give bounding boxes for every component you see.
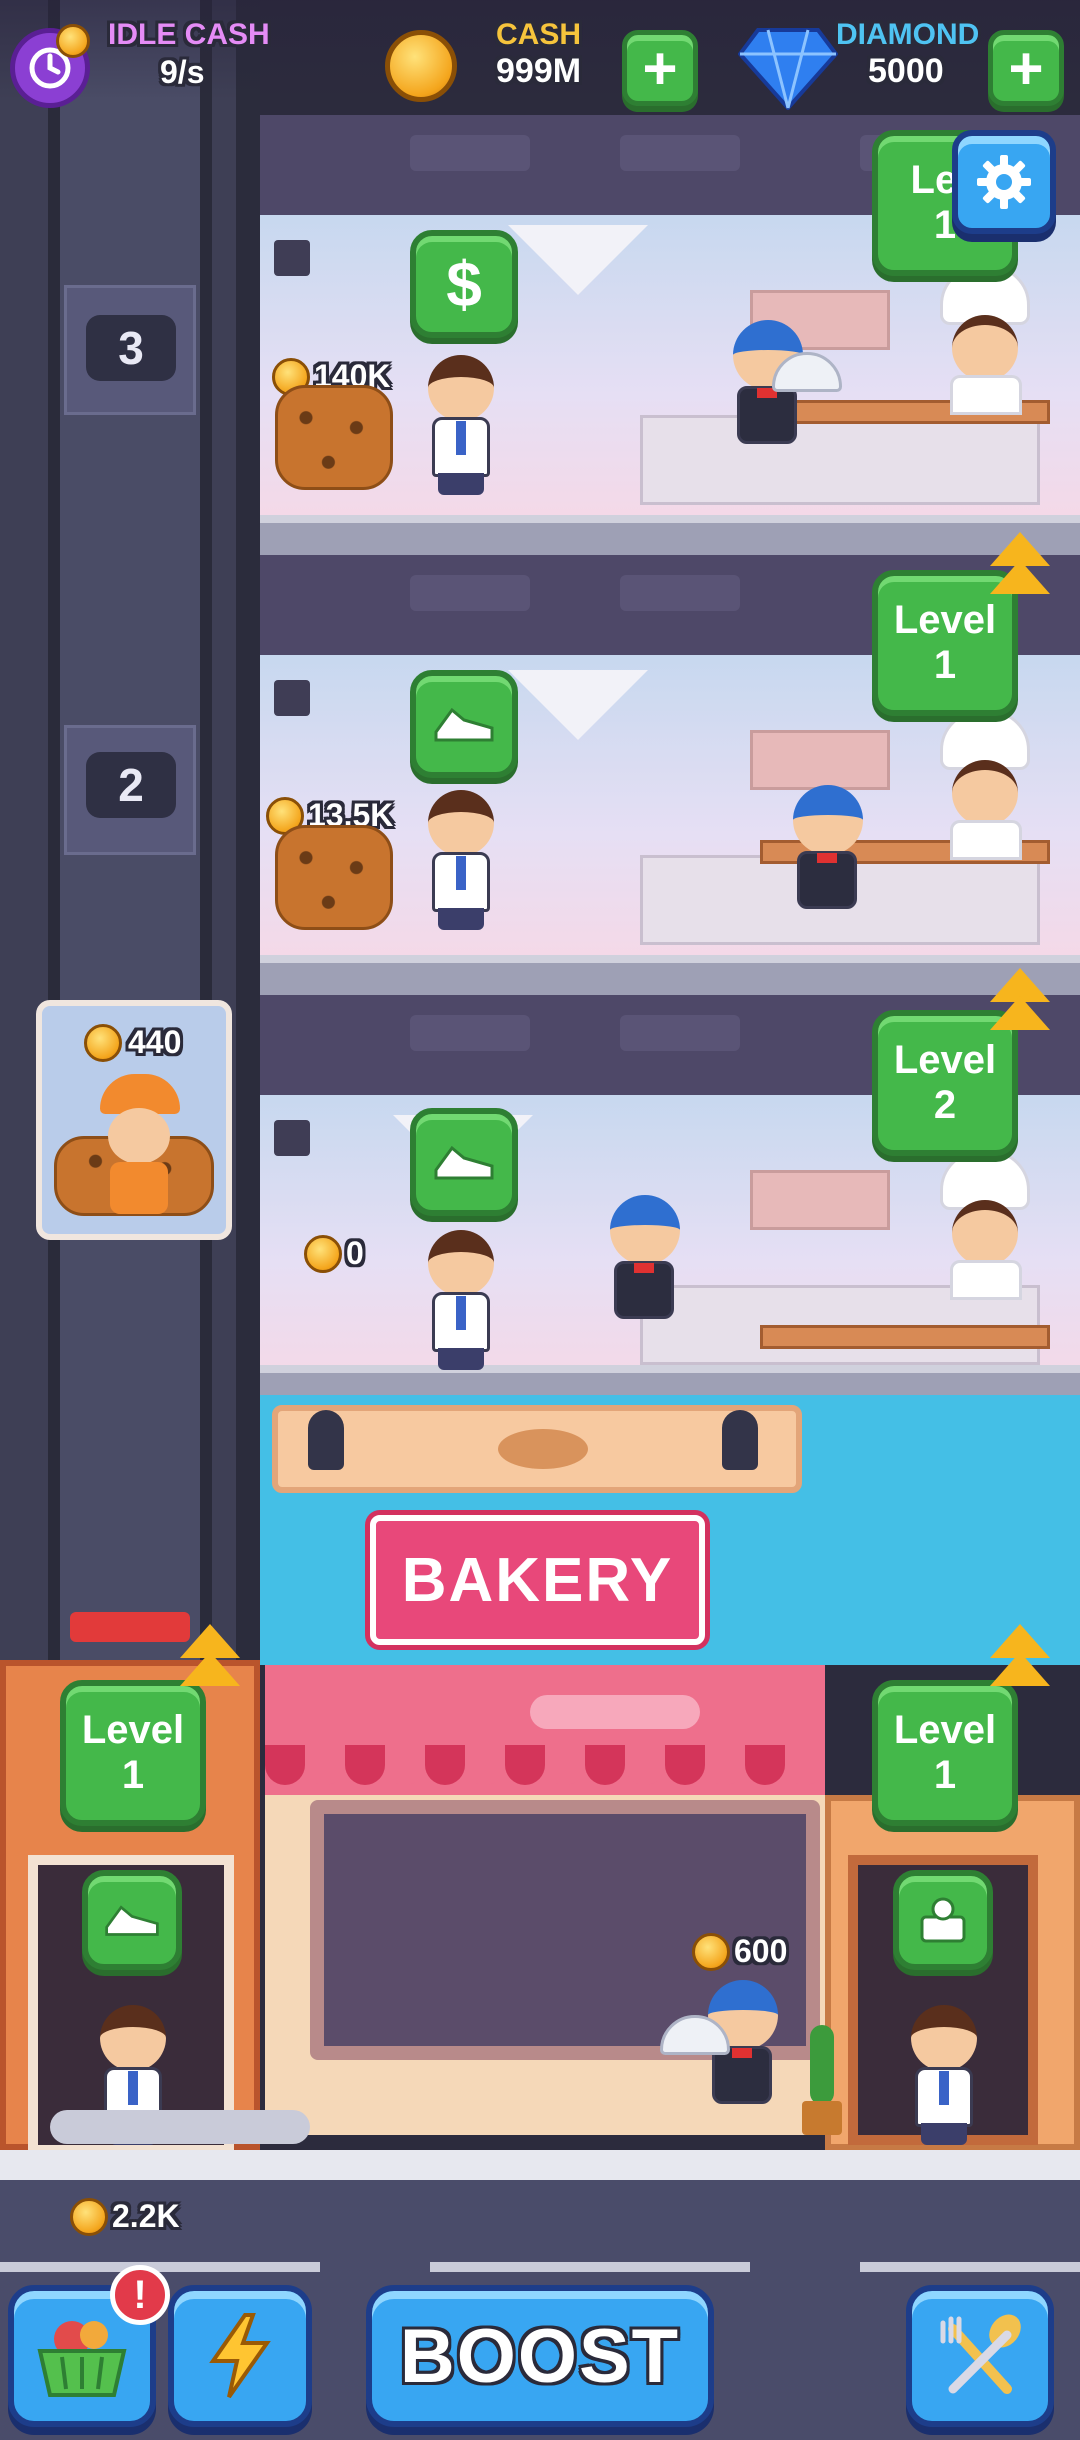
game-screen: 3 2 440 $ 140K 13.5K Level 1 0 Level 2 L…	[0, 0, 1080, 2440]
dollar-icon: $	[446, 248, 482, 320]
bakery-sign: BAKERY	[370, 1515, 705, 1645]
vent-icon	[274, 680, 310, 716]
coin-icon	[84, 1024, 122, 1062]
idle-cash-value: 9/s	[160, 54, 205, 90]
elevator-manager-shoe-button[interactable]	[82, 1870, 182, 1970]
chef[interactable]	[930, 710, 1040, 870]
chef[interactable]	[930, 265, 1040, 425]
floor-1-stock: 0	[346, 1235, 364, 1271]
ceiling-lamp	[508, 670, 648, 740]
coin-icon	[70, 2198, 108, 2236]
diamond-value: 5000	[868, 52, 944, 90]
add-cash-button[interactable]: +	[622, 30, 698, 106]
shaft-wall	[236, 0, 260, 1700]
elevator-operator	[94, 1074, 184, 1224]
floor-manager[interactable]	[410, 790, 510, 930]
elevator-car[interactable]: 440	[36, 1000, 232, 1240]
cookie-stock[interactable]	[275, 385, 393, 490]
kitchen-cabinet	[750, 730, 890, 790]
waiter-amount: 600	[734, 1933, 788, 1969]
floor-number-3: 3	[86, 315, 176, 381]
upgrade-arrow-icon	[180, 1652, 240, 1686]
ground-cash[interactable]: 2.2K	[112, 2198, 180, 2235]
shop-manager-register-button[interactable]	[893, 1870, 993, 1970]
cash-label: CASH	[496, 18, 582, 51]
coin-icon	[56, 24, 90, 58]
awning-scallops	[265, 1745, 825, 1785]
waiter[interactable]	[775, 785, 875, 925]
chef[interactable]	[930, 1150, 1040, 1310]
floor-manager[interactable]	[410, 1230, 510, 1370]
lantern-icon	[308, 1410, 344, 1470]
upgrade-arrow-icon	[990, 996, 1050, 1030]
cookie-stock[interactable]	[275, 825, 393, 930]
shoe-icon	[434, 707, 494, 742]
bread-icon	[498, 1429, 588, 1469]
shaft-rail-left	[48, 0, 60, 1700]
kitchen-cabinet	[750, 1170, 890, 1230]
elevator-amount: 440	[128, 1024, 182, 1060]
shoe-icon	[434, 1145, 494, 1180]
serving-counter	[760, 1325, 1050, 1349]
settings-button[interactable]	[952, 130, 1056, 234]
utensils-button[interactable]	[906, 2285, 1054, 2427]
plus-icon: +	[642, 34, 678, 102]
add-diamond-button[interactable]: +	[988, 30, 1064, 106]
coin-icon	[304, 1235, 342, 1273]
upgrade-arrow-icon	[990, 1652, 1050, 1686]
gear-icon	[977, 155, 1031, 209]
diamond-label: DIAMOND	[836, 18, 980, 51]
elevator-level-button[interactable]: Level 1	[60, 1680, 206, 1826]
cash-register-icon	[920, 1897, 966, 1943]
manager-dollar-button[interactable]: $	[410, 230, 518, 338]
idle-cash-label: IDLE CASH	[108, 18, 270, 51]
manager-shoe-button[interactable]	[410, 1108, 518, 1216]
shop-manager[interactable]	[893, 2005, 993, 2145]
potted-plant	[800, 2025, 844, 2135]
floor-1-level-button[interactable]: Level 2	[872, 1010, 1018, 1156]
vent-icon	[274, 1120, 310, 1156]
shaft-rail-right	[200, 0, 212, 1700]
boost-button[interactable]: BOOST	[366, 2285, 714, 2427]
sidewalk	[0, 2150, 1080, 2180]
shop-level-button[interactable]: Level 1	[872, 1680, 1018, 1826]
manager-shoe-button[interactable]	[410, 670, 518, 778]
kitchen-counter	[640, 415, 1040, 505]
lightning-boost-button[interactable]	[168, 2285, 312, 2427]
plus-icon: +	[1008, 34, 1044, 102]
coin-icon	[692, 1933, 730, 1971]
vent-icon	[274, 240, 310, 276]
conveyor-belt	[50, 2110, 310, 2144]
diamond-icon	[737, 26, 839, 115]
upgrade-arrow-icon	[990, 560, 1050, 594]
ceiling-lamp	[508, 225, 648, 295]
shoe-icon	[105, 1905, 159, 1936]
floor-number-2: 2	[86, 752, 176, 818]
fork-spoon-icon	[940, 2314, 1021, 2394]
lantern-icon	[722, 1410, 758, 1470]
basket-icon	[37, 2321, 127, 2397]
lightning-icon	[209, 2313, 271, 2399]
alert-badge: !	[110, 2265, 170, 2325]
floor-manager[interactable]	[410, 355, 510, 495]
waiter[interactable]	[592, 1195, 692, 1335]
elevator-bell	[70, 1612, 190, 1642]
cash-value: 999M	[496, 52, 582, 90]
cash-coin-icon	[385, 30, 457, 102]
